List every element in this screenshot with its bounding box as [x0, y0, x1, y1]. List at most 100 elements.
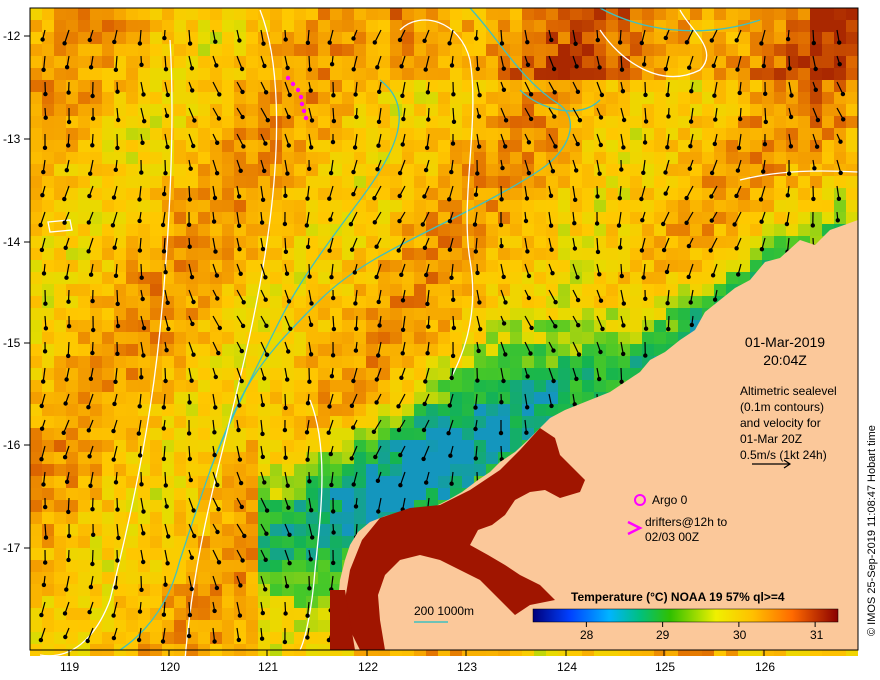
sst-cell — [78, 440, 90, 452]
sst-cell — [750, 152, 762, 164]
velocity-arrow-head — [62, 611, 68, 616]
sst-cell — [774, 212, 786, 224]
sst-cell — [678, 116, 690, 128]
sst-cell — [306, 104, 318, 116]
sst-cell — [54, 80, 66, 92]
velocity-arrow-head — [305, 196, 310, 201]
velocity-arrow-head — [617, 40, 623, 45]
velocity-arrow-head — [475, 378, 480, 383]
velocity-arrow-head — [374, 377, 379, 382]
sst-cell — [450, 296, 462, 308]
sst-cell — [522, 392, 534, 404]
velocity-arrow-head — [39, 457, 44, 462]
sst-cell — [186, 200, 198, 212]
sst-cell — [678, 296, 690, 308]
sst-cell — [126, 464, 138, 476]
sst-cell — [270, 296, 282, 308]
velocity-arrow-head — [688, 300, 693, 305]
sst-cell — [234, 236, 246, 248]
sst-cell — [78, 140, 90, 152]
sst-cell — [294, 344, 306, 356]
sst-cell — [570, 392, 582, 404]
sst-cell — [498, 152, 510, 164]
velocity-arrow-head — [43, 301, 48, 306]
velocity-arrow-head — [503, 144, 508, 149]
sst-cell — [42, 8, 54, 20]
sst-cell — [606, 344, 618, 356]
sst-cell — [42, 320, 54, 332]
sst-cell — [642, 152, 654, 164]
sst-cell — [114, 8, 126, 20]
velocity-arrow-head — [499, 400, 504, 405]
sst-cell — [798, 8, 810, 20]
velocity-arrow-head — [835, 218, 841, 223]
sst-cell — [462, 356, 474, 368]
velocity-arrow-head — [64, 377, 69, 382]
sst-cell — [606, 320, 618, 332]
sst-cell — [486, 200, 498, 212]
velocity-arrow-head — [165, 561, 170, 566]
sst-cell — [162, 548, 174, 560]
velocity-arrow-head — [237, 457, 243, 462]
sst-cell — [486, 356, 498, 368]
sst-cell — [378, 8, 390, 20]
sst-cell — [450, 200, 462, 212]
velocity-arrow-head — [616, 223, 622, 228]
velocity-arrow-head — [501, 378, 506, 384]
sst-cell — [222, 572, 234, 584]
sst-cell — [150, 476, 162, 488]
sst-cell — [306, 20, 318, 32]
velocity-arrow-head — [549, 37, 554, 43]
velocity-arrow-head — [664, 269, 670, 275]
sst-cell — [174, 176, 186, 188]
sst-cell — [270, 284, 282, 296]
sst-cell — [342, 44, 354, 56]
velocity-arrow-head — [550, 168, 556, 174]
sst-cell — [342, 512, 354, 524]
sst-cell — [402, 332, 414, 344]
sst-cell — [306, 512, 318, 524]
sst-cell — [330, 404, 342, 416]
sst-cell — [534, 8, 546, 20]
velocity-arrow-head — [399, 272, 404, 277]
sst-cell — [186, 368, 198, 380]
velocity-arrow-head — [212, 452, 217, 458]
velocity-arrow-head — [449, 481, 454, 486]
velocity-arrow-head — [115, 117, 121, 123]
sst-cell — [78, 284, 90, 296]
sst-cell — [522, 224, 534, 236]
sst-cell — [54, 164, 66, 176]
velocity-arrow-head — [165, 534, 171, 539]
sst-cell — [354, 488, 366, 500]
velocity-arrow-head — [761, 63, 767, 69]
sst-cell — [234, 200, 246, 212]
sst-cell — [246, 272, 258, 284]
sst-cell — [30, 8, 42, 20]
sst-cell — [198, 368, 210, 380]
velocity-arrow-head — [160, 639, 166, 644]
sst-cell — [462, 392, 474, 404]
sst-cell — [786, 104, 798, 116]
velocity-arrow-head — [400, 142, 405, 147]
sst-cell — [210, 536, 222, 548]
sst-cell — [198, 140, 210, 152]
velocity-arrow-head — [212, 608, 217, 614]
sst-cell — [594, 284, 606, 296]
sst-cell — [606, 32, 618, 44]
sst-cell — [750, 56, 762, 68]
velocity-arrow-head — [66, 90, 71, 95]
sst-cell — [750, 44, 762, 56]
sst-cell — [246, 500, 258, 512]
sst-cell — [414, 176, 426, 188]
velocity-arrow-head — [285, 483, 290, 488]
velocity-arrow-head — [423, 379, 428, 384]
sst-cell — [162, 572, 174, 584]
sst-cell — [750, 200, 762, 212]
sst-cell — [498, 116, 510, 128]
sst-cell — [354, 44, 366, 56]
sst-cell — [462, 452, 474, 464]
sst-cell — [198, 272, 210, 284]
sst-cell — [210, 380, 222, 392]
sst-cell — [678, 104, 690, 116]
velocity-arrow-head — [643, 92, 648, 98]
